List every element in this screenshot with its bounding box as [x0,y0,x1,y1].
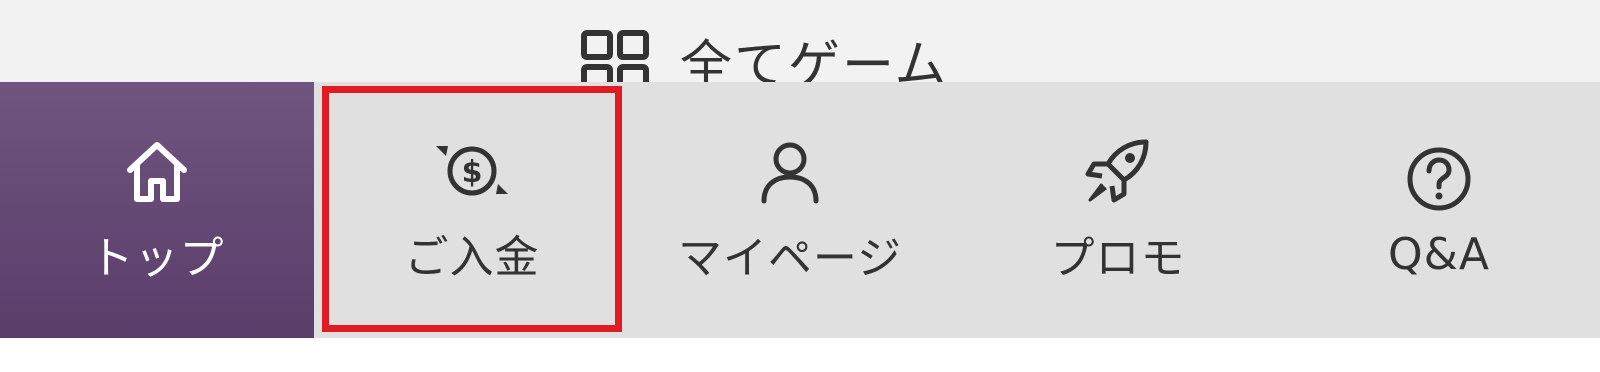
nav-item-label: トップ [89,233,225,284]
svg-text:$: $ [462,155,483,190]
question-icon [1404,141,1474,217]
nav-item-mypage[interactable]: マイページ [622,82,958,338]
nav-item-qa[interactable]: Q&A [1278,82,1600,338]
dollar-exchange-icon: $ [432,133,512,209]
category-title: 全てゲーム [580,30,948,96]
nav-item-deposit[interactable]: $ ご入金 [322,86,622,332]
nav-item-label: プロモ [1050,233,1186,284]
nav-item-promo[interactable]: プロモ [958,82,1278,338]
home-icon [122,134,192,210]
nav-item-top[interactable]: トップ [0,82,314,338]
header-area: 全てゲーム [0,0,1600,96]
bottom-navigation-bar: トップ $ ご入金 マイページ プロモ Q&A [0,82,1600,338]
bottom-spacer [0,338,1600,372]
nav-item-label: Q&A [1387,228,1491,280]
user-icon [755,134,825,210]
rocket-icon [1080,134,1156,210]
nav-item-label: ご入金 [404,232,540,283]
page: 全てゲーム トップ $ ご入金 マイページ プロモ Q&A [0,0,1600,372]
nav-item-label: マイページ [677,233,903,284]
